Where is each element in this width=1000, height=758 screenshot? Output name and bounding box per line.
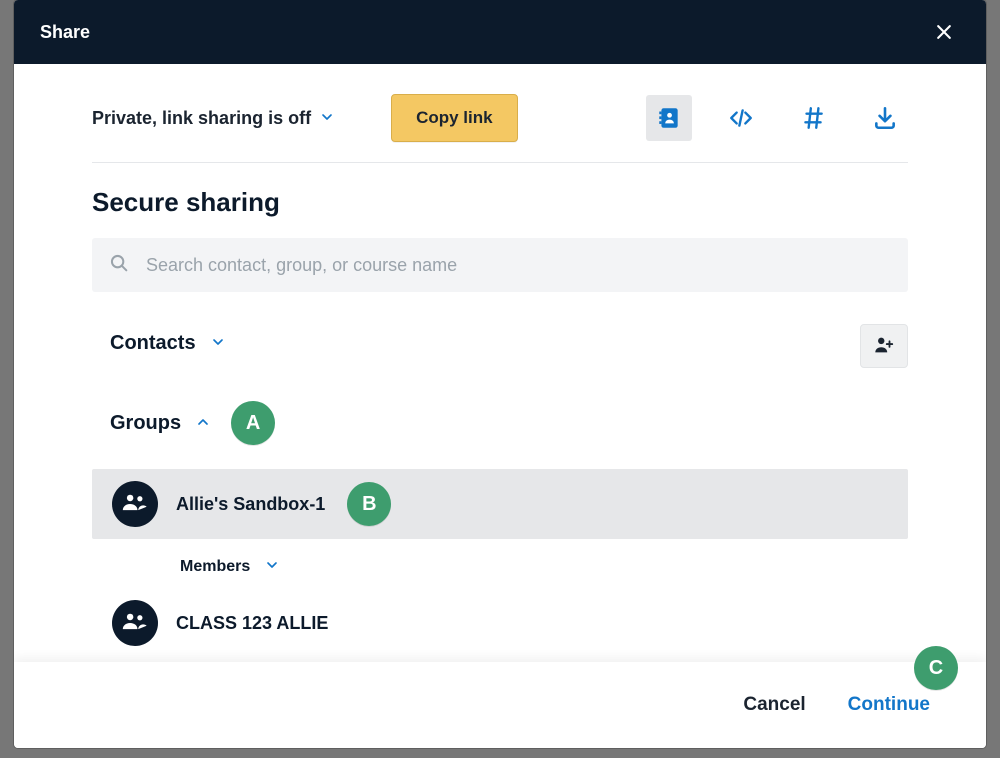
contacts-expand-toggle[interactable]: [206, 330, 230, 357]
modal-header: Share: [14, 0, 986, 64]
share-modal: Share Private, link sharing is off Copy …: [14, 0, 986, 748]
search-container: [92, 238, 908, 292]
group-avatar: [112, 481, 158, 527]
chevron-down-icon: [264, 557, 280, 576]
group-avatar: [112, 600, 158, 646]
modal-title: Share: [40, 22, 90, 43]
copy-link-button[interactable]: Copy link: [391, 94, 518, 142]
group-item[interactable]: CLASS 123 ALLIE: [92, 580, 908, 646]
divider: [92, 162, 908, 163]
groups-label: Groups: [110, 412, 181, 435]
search-icon: [108, 252, 130, 279]
tab-hash-icon-button[interactable]: [790, 95, 836, 141]
close-button[interactable]: [928, 16, 960, 48]
contacts-label: Contacts: [110, 332, 196, 355]
chevron-down-icon: [319, 109, 335, 128]
members-expand-toggle[interactable]: [260, 553, 284, 580]
close-icon: [934, 22, 954, 42]
toolbar-icons: [646, 95, 908, 141]
annotation-badge-a: A: [231, 401, 275, 445]
tab-contacts-icon-button[interactable]: [646, 95, 692, 141]
annotation-badge-b: B: [347, 482, 391, 526]
top-row: Private, link sharing is off Copy link: [92, 94, 908, 142]
contacts-section: Contacts: [92, 330, 908, 357]
modal-body: Private, link sharing is off Copy link: [14, 64, 986, 748]
group-members-toggle-row: Members: [110, 539, 908, 580]
search-input[interactable]: [144, 254, 892, 277]
continue-button[interactable]: Continue: [844, 688, 934, 722]
chevron-up-icon: [195, 414, 211, 433]
group-item-selected[interactable]: Allie's Sandbox-1 B: [92, 469, 908, 539]
address-book-icon: [656, 105, 682, 131]
add-contact-button[interactable]: [860, 324, 908, 368]
privacy-label: Private, link sharing is off: [92, 108, 311, 129]
chevron-down-icon: [210, 334, 226, 353]
person-add-icon: [872, 334, 896, 359]
section-title: Secure sharing: [92, 187, 908, 218]
groups-collapse-toggle[interactable]: [191, 410, 215, 437]
group-icon: [122, 492, 148, 517]
modal-footer: Cancel Continue C: [14, 662, 986, 748]
tab-embed-icon-button[interactable]: [718, 95, 764, 141]
members-label: Members: [180, 558, 250, 576]
annotation-badge-c: C: [914, 646, 958, 690]
group-name: CLASS 123 ALLIE: [176, 613, 328, 634]
code-icon: [728, 105, 754, 131]
groups-section: Groups A Allie's Sandbox-1: [92, 401, 908, 646]
download-icon: [872, 105, 898, 131]
group-icon: [122, 611, 148, 636]
group-name: Allie's Sandbox-1: [176, 494, 325, 515]
privacy-dropdown[interactable]: Private, link sharing is off: [92, 104, 335, 133]
hash-icon: [800, 105, 826, 131]
tab-download-icon-button[interactable]: [862, 95, 908, 141]
cancel-button[interactable]: Cancel: [739, 688, 809, 722]
